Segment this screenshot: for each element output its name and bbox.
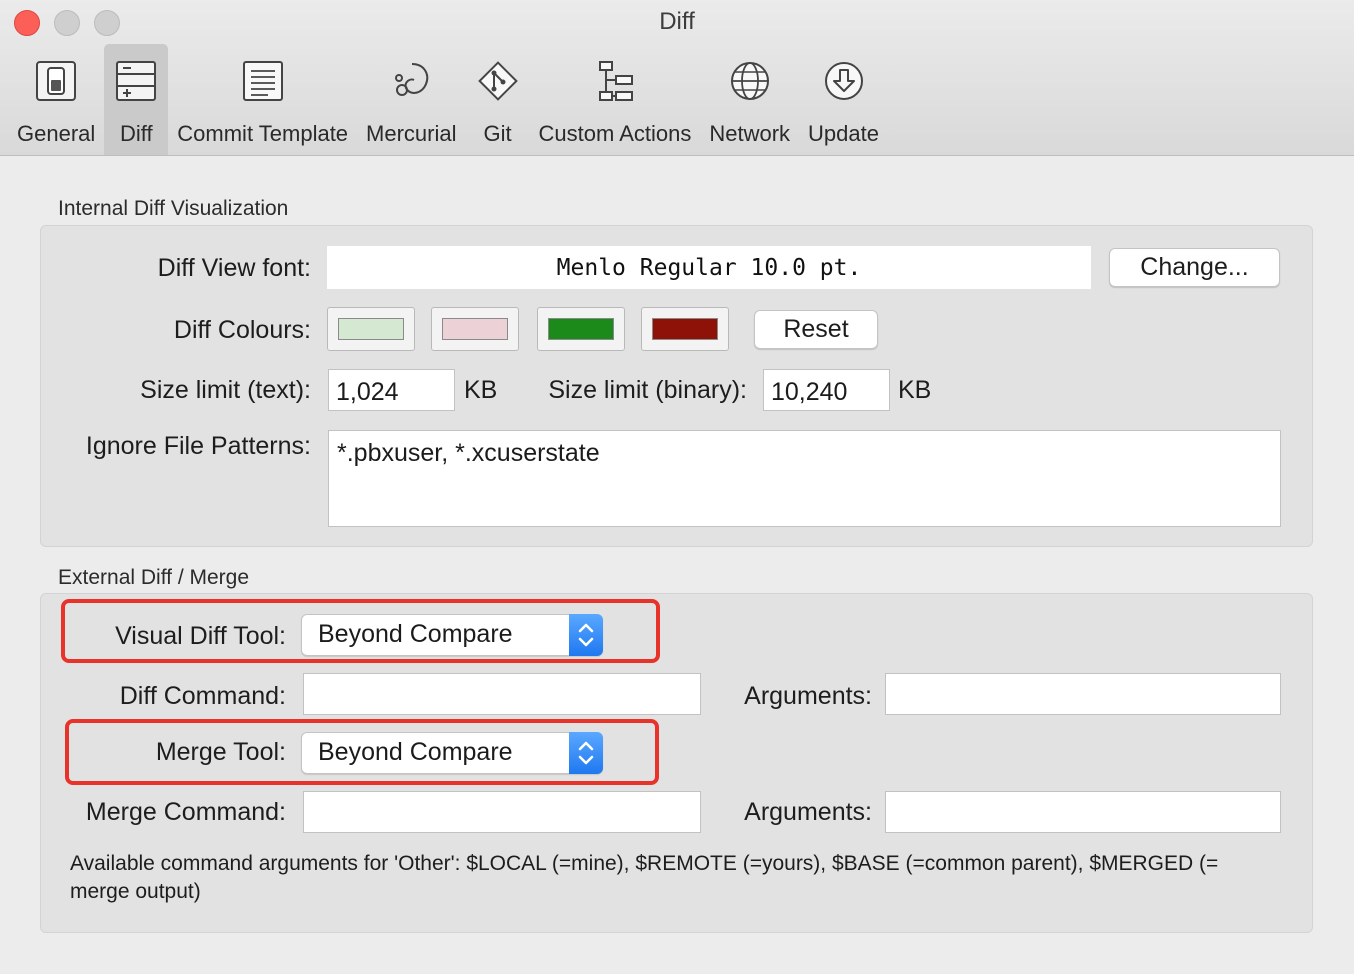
tab-label: Network [709,121,791,146]
title-toolbar: Diff General Diff Commit Template Mercur… [0,0,1354,156]
change-font-button[interactable]: Change... [1109,248,1280,287]
external-section-title: External Diff / Merge [58,566,250,589]
tab-general[interactable]: General [8,44,104,155]
size-binary-input[interactable]: 10,240 [763,369,890,411]
diff-command-input[interactable] [303,673,701,715]
diff-panels-icon [116,61,157,101]
available-arguments-help: Available command arguments for 'Other':… [70,852,1219,903]
font-label: Diff View font: [157,254,311,282]
visual-diff-tool-value: Beyond Compare [318,620,513,648]
colour-swatch [548,318,614,340]
size-binary-unit: KB [898,376,932,404]
size-binary-label: Size limit (binary): [548,376,747,404]
globe-icon [730,62,769,100]
merge-command-input[interactable] [303,791,701,833]
tab-custom-actions[interactable]: Custom Actions [530,44,701,155]
popup-arrows-icon [569,732,603,774]
ignore-patterns-label: Ignore File Patterns: [85,432,311,460]
deleted-colour-well[interactable] [641,307,729,351]
ignore-patterns-textarea[interactable]: *.pbxuser, *.xcuserstate [328,430,1281,527]
tab-mercurial[interactable]: Mercurial [357,44,465,155]
update-download-icon [824,62,863,100]
tab-label: Diff [119,121,153,146]
tab-network[interactable]: Network [700,44,799,155]
visual-diff-tool-label: Visual Diff Tool: [115,622,286,650]
merge-tool-value: Beyond Compare [318,738,513,766]
merge-tool-popup[interactable]: Beyond Compare [301,732,603,774]
colour-swatch [652,318,718,340]
window-title: Diff [659,8,695,35]
unchanged-colour-well[interactable] [327,307,415,351]
tab-label: Commit Template [177,121,349,146]
colour-swatch [338,318,404,340]
merge-tool-label: Merge Tool: [155,738,286,766]
commit-template-icon [242,61,283,101]
preferences-toolbar: General Diff Commit Template Mercurial G… [8,44,888,155]
colours-label: Diff Colours: [173,316,311,344]
size-text-label: Size limit (text): [140,376,311,404]
custom-actions-icon [598,61,633,101]
diff-arguments-label: Arguments: [744,682,872,710]
removed-colour-well[interactable] [431,307,519,351]
added-colour-well[interactable] [537,307,625,351]
tab-git[interactable]: Git [466,44,530,155]
size-text-input[interactable]: 1,024 [328,369,455,411]
tab-diff[interactable]: Diff [104,44,169,155]
merge-command-label: Merge Command: [85,798,286,826]
preferences-window: Diff General Diff Commit Template Mercur… [0,0,1354,974]
mercurial-icon [395,63,429,96]
diff-arguments-input[interactable] [885,673,1281,715]
general-switch-icon [36,61,77,101]
size-text-unit: KB [464,376,498,404]
tab-label: Custom Actions [538,121,692,146]
tab-label: Update [808,121,879,146]
merge-arguments-label: Arguments: [744,798,872,826]
popup-arrows-icon [569,614,603,656]
tab-label: Git [483,121,512,146]
git-icon [477,61,518,101]
reset-colours-button[interactable]: Reset [754,310,878,349]
colour-swatch [442,318,508,340]
diff-font-field: Menlo Regular 10.0 pt. [327,246,1091,289]
tab-update[interactable]: Update [799,44,888,155]
internal-section-title: Internal Diff Visualization [58,197,289,220]
merge-arguments-input[interactable] [885,791,1281,833]
tab-label: Mercurial [366,121,457,146]
tab-label: General [17,121,96,146]
visual-diff-tool-popup[interactable]: Beyond Compare [301,614,603,656]
tab-commit-template[interactable]: Commit Template [168,44,357,155]
diff-command-label: Diff Command: [119,682,286,710]
